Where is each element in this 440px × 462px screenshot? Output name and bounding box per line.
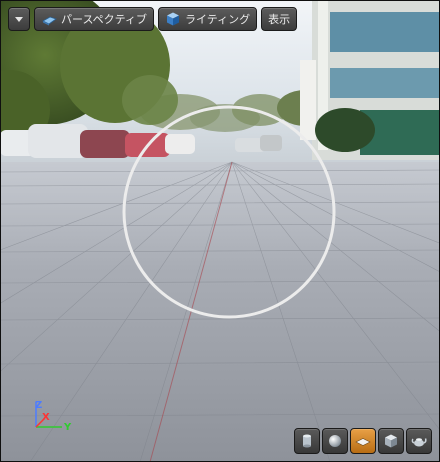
preview-shape-toolbar	[294, 428, 432, 454]
lighting-label: ライティング	[185, 13, 251, 26]
teapot-icon	[411, 433, 427, 449]
teapot-button[interactable]	[406, 428, 432, 454]
axis-z-label: Z	[35, 400, 43, 411]
perspective-label: パースペクティブ	[61, 13, 148, 26]
show-label: 表示	[268, 13, 291, 26]
cylinder-button[interactable]	[294, 428, 320, 454]
cube-icon	[383, 433, 399, 449]
axis-x-label: X	[42, 412, 50, 423]
sphere-icon	[327, 433, 343, 449]
axis-y-label: Y	[64, 422, 72, 433]
background-building	[300, 0, 440, 160]
cylinder-icon	[299, 433, 315, 449]
plane-button[interactable]	[350, 428, 376, 454]
viewport[interactable]: パースペクティブ ライティング 表示 Z X Y	[0, 0, 440, 462]
lighting-cube-icon	[165, 11, 181, 27]
plane-icon	[355, 433, 371, 449]
chevron-down-icon	[11, 11, 27, 27]
axis-gizmo: Z X Y	[26, 396, 76, 436]
lighting-button[interactable]: ライティング	[158, 7, 258, 31]
viewport-scene[interactable]	[0, 0, 440, 462]
viewport-options-button[interactable]	[8, 7, 30, 31]
show-button[interactable]: 表示	[261, 7, 298, 31]
viewport-toolbar: パースペクティブ ライティング 表示	[8, 7, 298, 31]
perspective-icon	[41, 11, 57, 27]
cube-button[interactable]	[378, 428, 404, 454]
perspective-button[interactable]: パースペクティブ	[34, 7, 155, 31]
sphere-button[interactable]	[322, 428, 348, 454]
